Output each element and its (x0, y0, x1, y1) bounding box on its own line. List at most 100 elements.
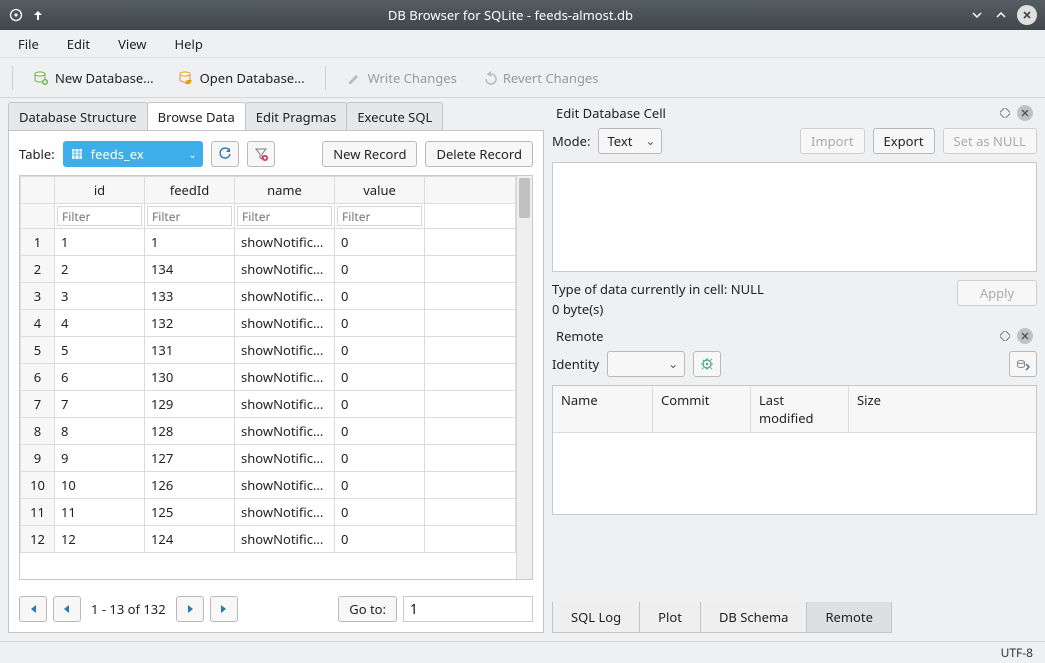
cell-id[interactable]: 8 (55, 418, 145, 445)
table-row[interactable]: 44132showNotific...0 (21, 310, 516, 337)
cell-name[interactable]: showNotific... (235, 472, 335, 499)
app-menu-icon[interactable] (8, 7, 24, 23)
filter-id[interactable] (57, 206, 142, 226)
vertical-scrollbar[interactable] (516, 176, 532, 579)
tab-sql-log[interactable]: SQL Log (552, 602, 640, 633)
row-number[interactable]: 11 (21, 499, 55, 526)
tab-edit-pragmas[interactable]: Edit Pragmas (245, 102, 348, 130)
cell-name[interactable]: showNotific... (235, 499, 335, 526)
cell-value[interactable]: 0 (335, 499, 425, 526)
panel-close-button[interactable] (1017, 328, 1033, 344)
cell-id[interactable]: 9 (55, 445, 145, 472)
write-changes-button[interactable]: Write Changes (338, 65, 465, 91)
cell-name[interactable]: showNotific... (235, 283, 335, 310)
cell-value[interactable]: 0 (335, 229, 425, 256)
tab-remote[interactable]: Remote (806, 602, 891, 633)
menu-help[interactable]: Help (165, 33, 213, 55)
cell-name[interactable]: showNotific... (235, 229, 335, 256)
mode-select[interactable]: Text (598, 128, 662, 154)
table-row[interactable]: 1212124showNotific...0 (21, 526, 516, 553)
cell-id[interactable]: 4 (55, 310, 145, 337)
cell-feedid[interactable]: 130 (145, 364, 235, 391)
cell-id[interactable]: 11 (55, 499, 145, 526)
cell-id[interactable]: 12 (55, 526, 145, 553)
goto-button[interactable]: Go to: (338, 596, 397, 622)
table-row[interactable]: 88128showNotific...0 (21, 418, 516, 445)
table-row[interactable]: 22134showNotific...0 (21, 256, 516, 283)
row-number[interactable]: 9 (21, 445, 55, 472)
filter-value[interactable] (337, 206, 422, 226)
row-number[interactable]: 3 (21, 283, 55, 310)
export-button[interactable]: Export (873, 128, 935, 154)
cell-feedid[interactable]: 131 (145, 337, 235, 364)
goto-input[interactable] (403, 596, 533, 622)
cell-feedid[interactable]: 124 (145, 526, 235, 553)
clear-filters-button[interactable] (247, 141, 275, 167)
tab-browse-data[interactable]: Browse Data (147, 102, 246, 130)
apply-button[interactable]: Apply (957, 280, 1037, 306)
row-number[interactable]: 4 (21, 310, 55, 337)
cell-feedid[interactable]: 126 (145, 472, 235, 499)
panel-close-button[interactable] (1017, 105, 1033, 121)
data-grid[interactable]: id feedId name value (19, 175, 533, 580)
cell-value[interactable]: 0 (335, 472, 425, 499)
page-first-button[interactable] (19, 596, 47, 622)
column-header-name[interactable]: name (235, 177, 335, 204)
cell-feedid[interactable]: 1 (145, 229, 235, 256)
push-button[interactable] (1009, 351, 1037, 377)
cell-value[interactable]: 0 (335, 445, 425, 472)
cell-feedid[interactable]: 133 (145, 283, 235, 310)
remote-col-size[interactable]: Size (849, 386, 1036, 432)
panel-float-icon[interactable] (997, 105, 1013, 121)
cell-editor[interactable] (552, 162, 1037, 272)
cell-id[interactable]: 10 (55, 472, 145, 499)
cell-name[interactable]: showNotific... (235, 418, 335, 445)
cell-name[interactable]: showNotific... (235, 256, 335, 283)
open-database-button[interactable]: Open Database... (170, 65, 313, 91)
cell-feedid[interactable]: 134 (145, 256, 235, 283)
remote-table[interactable]: Name Commit Last modified Size (552, 385, 1037, 515)
cell-feedid[interactable]: 132 (145, 310, 235, 337)
minimize-button[interactable] (969, 7, 985, 23)
column-header-id[interactable]: id (55, 177, 145, 204)
cell-name[interactable]: showNotific... (235, 337, 335, 364)
cell-value[interactable]: 0 (335, 526, 425, 553)
cell-value[interactable]: 0 (335, 418, 425, 445)
cell-feedid[interactable]: 127 (145, 445, 235, 472)
remote-col-last[interactable]: Last modified (751, 386, 849, 432)
cell-id[interactable]: 1 (55, 229, 145, 256)
table-row[interactable]: 77129showNotific...0 (21, 391, 516, 418)
row-number[interactable]: 7 (21, 391, 55, 418)
cell-feedid[interactable]: 128 (145, 418, 235, 445)
filter-feedid[interactable] (147, 206, 232, 226)
new-database-button[interactable]: New Database... (25, 65, 162, 91)
revert-changes-button[interactable]: Revert Changes (473, 65, 607, 91)
row-number[interactable]: 8 (21, 418, 55, 445)
row-number[interactable]: 2 (21, 256, 55, 283)
delete-record-button[interactable]: Delete Record (425, 141, 533, 167)
row-number[interactable]: 1 (21, 229, 55, 256)
new-record-button[interactable]: New Record (322, 141, 417, 167)
identity-settings-button[interactable] (693, 351, 721, 377)
table-row[interactable]: 55131showNotific...0 (21, 337, 516, 364)
cell-id[interactable]: 3 (55, 283, 145, 310)
row-number[interactable]: 10 (21, 472, 55, 499)
cell-id[interactable]: 7 (55, 391, 145, 418)
rownum-header[interactable] (21, 177, 55, 204)
table-row[interactable]: 99127showNotific...0 (21, 445, 516, 472)
table-row[interactable]: 1010126showNotific...0 (21, 472, 516, 499)
menu-edit[interactable]: Edit (57, 33, 100, 55)
tab-plot[interactable]: Plot (639, 602, 701, 633)
cell-name[interactable]: showNotific... (235, 445, 335, 472)
cell-value[interactable]: 0 (335, 364, 425, 391)
cell-name[interactable]: showNotific... (235, 364, 335, 391)
tab-database-structure[interactable]: Database Structure (8, 102, 148, 130)
cell-id[interactable]: 5 (55, 337, 145, 364)
cell-id[interactable]: 6 (55, 364, 145, 391)
column-header-value[interactable]: value (335, 177, 425, 204)
identity-select[interactable] (607, 351, 685, 377)
remote-col-commit[interactable]: Commit (653, 386, 751, 432)
table-select[interactable]: feeds_ex ⌄ (63, 141, 203, 167)
cell-value[interactable]: 0 (335, 391, 425, 418)
cell-name[interactable]: showNotific... (235, 526, 335, 553)
